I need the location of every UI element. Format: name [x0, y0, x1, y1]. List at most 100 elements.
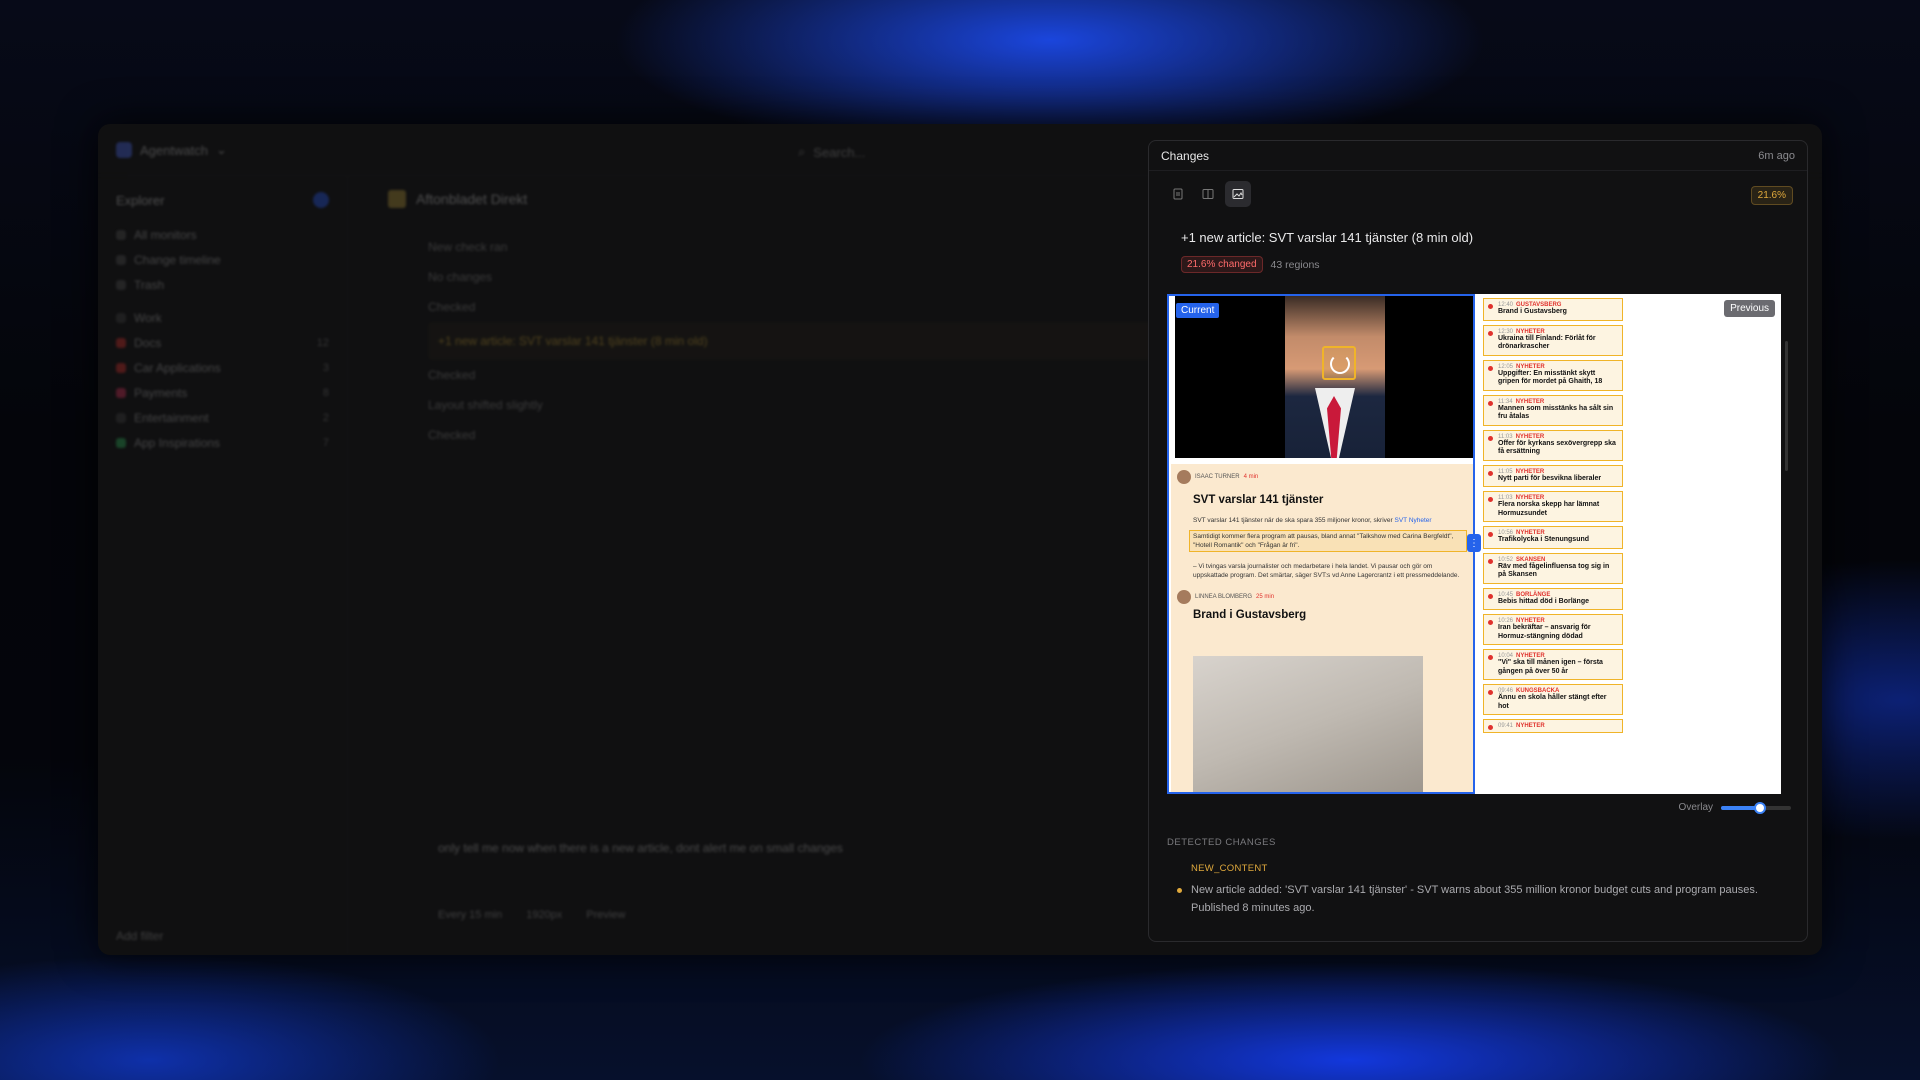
news-tag: NYHETER — [1515, 398, 1545, 405]
text-view-button[interactable] — [1165, 181, 1191, 207]
feed-item-selected[interactable]: +1 new article: SVT varslar 141 tjänster… — [428, 322, 1208, 360]
viewport-option[interactable]: 1920px — [526, 909, 562, 921]
article-paragraph: – Vi tvingas varsla journalister och med… — [1193, 563, 1460, 579]
sidebar-item-all-monitors[interactable]: All monitors — [116, 222, 329, 247]
image-icon — [1232, 189, 1244, 199]
sidebar-item-label: Payments — [134, 385, 188, 400]
add-icon[interactable] — [313, 192, 329, 208]
news-tag: NYHETER — [1516, 723, 1545, 729]
news-time: 11:03 — [1498, 433, 1513, 440]
article-author: ISAAC TURNER 4 min — [1177, 470, 1258, 484]
feed-item[interactable]: Checked — [428, 420, 1208, 450]
interval-option[interactable]: Every 15 min — [438, 909, 502, 921]
news-time: 10:45 — [1498, 591, 1514, 598]
current-screenshot: Current ISAAC TURNER 4 min SVT varslar 1… — [1167, 294, 1475, 794]
news-item: 11:05 NYHETER Nytt parti för besvikna libe… — [1483, 464, 1623, 487]
sidebar-item-count: 3 — [322, 361, 329, 374]
news-item: 11:03 NYHETER Offer för kyrkans sexövergre… — [1483, 429, 1623, 461]
video-thumbnail — [1175, 296, 1473, 458]
news-tag: SKANSEN — [1516, 556, 1546, 563]
news-title: "Vi" ska till månen igen – första gången… — [1498, 659, 1603, 675]
avatar — [1177, 470, 1191, 484]
add-filter-button[interactable]: Add filter — [116, 929, 163, 943]
news-item: 12:40 GUSTAVSBERG Brand i Gustavsberg — [1483, 298, 1623, 321]
chevron-down-icon: ⌄ — [215, 142, 227, 157]
sidebar-item-app-inspirations[interactable]: App Inspirations 7 — [116, 430, 329, 455]
overlay-slider-knob[interactable] — [1753, 801, 1766, 814]
sidebar-item-label: Change timeline — [134, 252, 221, 267]
workspace-switcher[interactable]: Agentwatch ⌄ — [116, 142, 227, 158]
docs-icon — [116, 337, 126, 348]
sidebar-item-payments[interactable]: Payments 8 — [116, 380, 329, 405]
article-author: LINNEA BLOMBERG 25 min — [1177, 590, 1274, 604]
author-name: LINNEA BLOMBERG — [1195, 594, 1253, 600]
sidebar-item-count: 2 — [322, 411, 329, 424]
news-tag: NYHETER — [1516, 363, 1545, 370]
news-tag: BORLÄNGE — [1516, 591, 1551, 598]
news-time: 12:30 — [1498, 328, 1514, 335]
preview-option[interactable]: Preview — [586, 909, 625, 921]
article-lead: SVT varslar 141 tjänster när de ska spar… — [1193, 516, 1463, 525]
news-title: Iran bekräftar – ansvarig för Hormuz-stä… — [1498, 624, 1591, 640]
news-title: Uppgifter: En misstänkt skytt gripen för… — [1498, 369, 1603, 386]
sidebar-item-change-timeline[interactable]: Change timeline — [116, 247, 329, 272]
news-title: Trafikolycka i Stenungsund — [1498, 536, 1590, 543]
news-title: Bebis hittad död i Borlänge — [1498, 597, 1590, 605]
current-label: Current — [1176, 303, 1220, 318]
news-title: Nytt parti för besvikna liberaler — [1498, 474, 1602, 482]
sidebar-title: Explorer — [116, 192, 165, 208]
regions-count: 43 regions — [1270, 258, 1320, 271]
image-view-button[interactable] — [1225, 181, 1251, 207]
news-item: 10:26 NYHETER Iran bekräftar – ansvarig fö… — [1483, 614, 1623, 645]
article-title: Brand i Gustavsberg — [1193, 609, 1307, 621]
sidebar-item-label: App Inspirations — [134, 435, 221, 450]
sidebar-folder-work[interactable]: Work — [116, 305, 329, 330]
sidebar-item-car-applications[interactable]: Car Applications 3 — [116, 355, 329, 380]
feed-item[interactable]: New check ran — [428, 232, 1208, 262]
change-feed: New check ran No changes Checked +1 new … — [388, 232, 1208, 450]
overlay-slider[interactable] — [1721, 801, 1791, 814]
feed-item[interactable]: Checked — [428, 292, 1208, 322]
search-bar[interactable]: ⌕ Search... — [798, 138, 1118, 166]
news-item: 12:05 NYHETER Uppgifter: En misstänkt skyt… — [1483, 359, 1623, 391]
loading-spinner-icon — [1322, 346, 1356, 380]
source-link[interactable]: SVT Nyheter — [1394, 517, 1431, 524]
folder-icon — [116, 312, 126, 323]
sidebar-header: Explorer — [116, 192, 329, 208]
view-mode-toolbar — [1165, 181, 1251, 207]
change-summary-row: 21.6% changed 43 regions — [1181, 256, 1320, 273]
sidebar-item-count: 7 — [322, 436, 329, 449]
changes-panel: Changes 6m ago 21.6% +1 new article: SVT… — [1148, 140, 1808, 942]
feed-item[interactable]: No changes — [428, 262, 1208, 292]
previous-screenshot: Previous 12:40 GUSTAVSBERG Brand i Gustavs… — [1475, 294, 1781, 794]
sidebar-item-label: Work — [134, 310, 162, 325]
feed-item[interactable]: Layout shifted slightly — [428, 390, 1208, 420]
news-item: 10:52 SKANSEN Räv med fågelinfluensa tog s… — [1483, 552, 1623, 584]
split-view-button[interactable] — [1195, 181, 1221, 207]
avatar — [1177, 590, 1191, 604]
change-headline: +1 new article: SVT varslar 141 tjänster… — [1181, 230, 1474, 245]
news-item: 10:56 NYHETER Trafikolycka i Stenungsund — [1483, 526, 1623, 549]
news-title: Offer för kyrkans sexövergrepp ska få er… — [1498, 439, 1616, 456]
feed-item[interactable]: Checked — [428, 360, 1208, 390]
news-tag: NYHETER — [1515, 433, 1545, 440]
app-icon — [116, 437, 126, 448]
news-item: 09:46 KUNGSBACKA Ännu en skola håller stän… — [1483, 684, 1623, 715]
news-time: 11:05 — [1498, 468, 1513, 475]
panel-title: Changes — [1161, 148, 1210, 163]
sidebar-item-entertainment[interactable]: Entertainment 2 — [116, 405, 329, 430]
compare-slider-handle[interactable]: ⋮ — [1467, 534, 1481, 552]
news-item: 09:41 NYHETER — [1483, 719, 1623, 733]
article-paragraph: Samtidigt kommer flera program att pausa… — [1193, 533, 1454, 549]
screenshot-compare-viewer[interactable]: Previous 12:40 GUSTAVSBERG Brand i Gustavs… — [1167, 294, 1781, 794]
trash-icon — [116, 279, 126, 290]
chat-message: only tell me now when there is a new art… — [438, 841, 843, 855]
news-item: 10:04 NYHETER "Vi" ska till månen igen – f… — [1483, 649, 1623, 680]
search-icon: ⌕ — [798, 144, 806, 159]
news-title: Ännu en skola håller stängt efter hot — [1498, 694, 1607, 710]
sidebar-item-trash[interactable]: Trash — [116, 272, 329, 297]
previous-label: Previous — [1724, 300, 1775, 317]
sidebar-item-docs[interactable]: Docs 12 — [116, 330, 329, 355]
article-photo — [1193, 656, 1423, 792]
panel-scrollbar[interactable] — [1785, 341, 1788, 471]
